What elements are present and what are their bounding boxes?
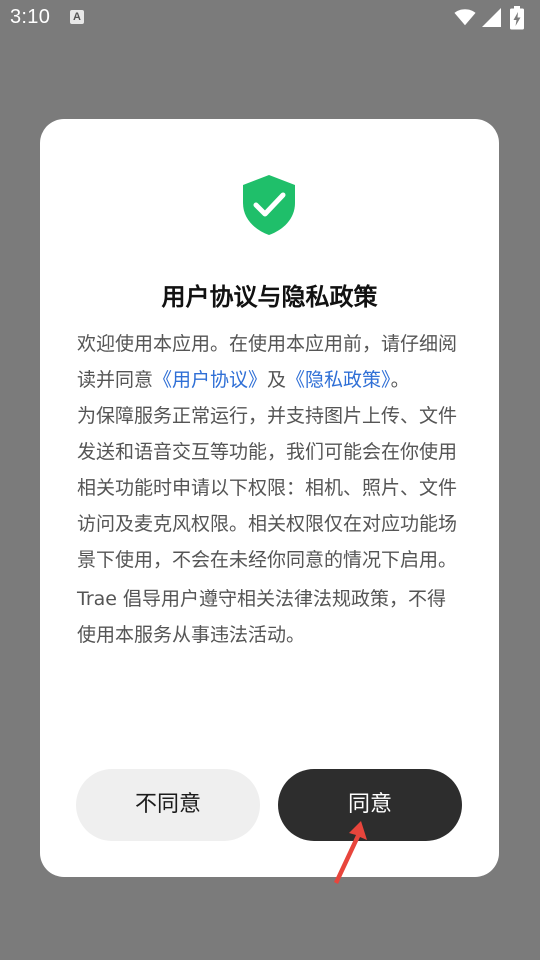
shield-check-icon [243,175,295,235]
notification-a-icon: A [70,10,84,24]
connector-text: 及 [267,369,287,391]
user-agreement-link[interactable]: 《用户协议》 [153,369,267,391]
dialog-title: 用户协议与隐私政策 [161,283,378,311]
wifi-icon [454,9,476,26]
status-icons [454,6,534,30]
disagree-button[interactable]: 不同意 [76,769,260,841]
dialog-body: 欢迎使用本应用。在使用本应用前，请仔细阅读并同意《用户协议》及《隐私政策》。 为… [77,326,461,653]
annotation-arrow-icon [334,821,367,884]
permissions-paragraph: 为保障服务正常运行，并支持图片上传、文件发送和语音交互等功能，我们可能会在你使用… [77,405,458,571]
compliance-paragraph: Trae 倡导用户遵守相关法律法规政策，不得使用本服务从事违法活动。 [77,588,446,646]
signal-icon [482,8,501,27]
battery-charging-icon [510,6,524,30]
privacy-dialog: 用户协议与隐私政策 欢迎使用本应用。在使用本应用前，请仔细阅读并同意《用户协议》… [40,119,499,877]
agree-button[interactable]: 同意 [278,769,462,841]
status-bar: 3:10 A [0,0,540,36]
privacy-policy-link[interactable]: 《隐私政策》 [286,369,391,391]
intro-tail: 。 [390,369,410,391]
status-time: 3:10 [10,6,51,28]
intro-paragraph: 欢迎使用本应用。在使用本应用前，请仔细阅读并同意《用户协议》及《隐私政策》。 [77,326,461,398]
